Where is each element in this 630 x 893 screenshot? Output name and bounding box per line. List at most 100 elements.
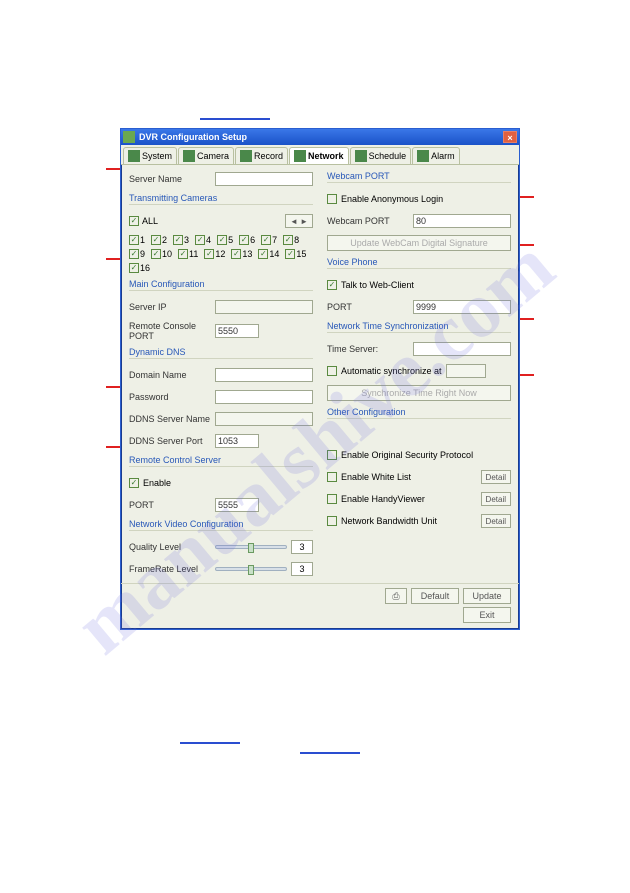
quality-slider[interactable] — [215, 545, 287, 549]
server-name-label: Server Name — [129, 174, 211, 184]
detail-button[interactable]: Detail — [481, 514, 511, 528]
camera-checkbox[interactable]: ✓ — [261, 235, 271, 245]
camera-grid: ✓1 ✓2 ✓3 ✓4 ✓5 ✓6 ✓7 ✓8 ✓9 ✓10 ✓11 ✓12 ✓… — [129, 235, 313, 273]
slider-thumb[interactable] — [248, 565, 254, 575]
time-server-input[interactable] — [413, 342, 511, 356]
camera-checkbox[interactable]: ✓ — [283, 235, 293, 245]
bandwidth-checkbox[interactable]: ✓ — [327, 516, 337, 526]
remote-console-label: Remote Console PORT — [129, 321, 211, 341]
tab-label: Network — [308, 151, 344, 161]
handyviewer-checkbox[interactable]: ✓ — [327, 494, 337, 504]
camera-checkbox[interactable]: ✓ — [129, 263, 139, 273]
server-name-input[interactable] — [215, 172, 313, 186]
webcam-port-input[interactable]: 80 — [413, 214, 511, 228]
decoration-line — [300, 752, 360, 754]
transmitting-cameras-title: Transmitting Cameras — [129, 193, 313, 205]
anon-login-checkbox[interactable]: ✓ — [327, 194, 337, 204]
window-title: DVR Configuration Setup — [139, 132, 503, 142]
close-icon[interactable]: × — [503, 131, 517, 143]
camera-checkbox[interactable]: ✓ — [231, 249, 241, 259]
all-label: ALL — [142, 216, 158, 226]
ddns-port-input[interactable]: 1053 — [215, 434, 259, 448]
server-ip-label: Server IP — [129, 302, 211, 312]
tab-network[interactable]: Network — [289, 147, 349, 164]
framerate-slider[interactable] — [215, 567, 287, 571]
auto-sync-label: Automatic synchronize at — [341, 366, 442, 376]
camera-checkbox[interactable]: ✓ — [178, 249, 188, 259]
camera-checkbox[interactable]: ✓ — [151, 235, 161, 245]
detail-button[interactable]: Detail — [481, 492, 511, 506]
rc-port-input[interactable]: 5555 — [215, 498, 259, 512]
remote-console-input[interactable]: 5550 — [215, 324, 259, 338]
detail-button[interactable]: Detail — [481, 470, 511, 484]
auto-sync-checkbox[interactable]: ✓ — [327, 366, 337, 376]
voice-port-input[interactable]: 9999 — [413, 300, 511, 314]
update-button[interactable]: Update — [463, 588, 511, 604]
titlebar[interactable]: DVR Configuration Setup × — [121, 129, 519, 145]
other-config-title: Other Configuration — [327, 407, 511, 419]
tab-label: Record — [254, 151, 283, 161]
print-icon[interactable]: ⎙ — [385, 588, 407, 604]
camera-checkbox[interactable]: ✓ — [173, 235, 183, 245]
talk-checkbox[interactable]: ✓ — [327, 280, 337, 290]
camera-checkbox[interactable]: ✓ — [195, 235, 205, 245]
schedule-icon — [355, 150, 367, 162]
domain-label: Domain Name — [129, 370, 211, 380]
quality-label: Quality Level — [129, 542, 211, 552]
sync-now-button[interactable]: Synchronize Time Right Now — [327, 385, 511, 401]
tab-label: System — [142, 151, 172, 161]
alarm-icon — [417, 150, 429, 162]
anon-login-label: Enable Anonymous Login — [341, 194, 443, 204]
webcam-port-label: Webcam PORT — [327, 216, 409, 226]
decoration-line — [200, 118, 270, 120]
tab-system[interactable]: System — [123, 147, 177, 164]
right-column: Webcam PORT ✓ Enable Anonymous Login Webc… — [327, 171, 511, 577]
ddns-server-input[interactable] — [215, 412, 313, 426]
tab-alarm[interactable]: Alarm — [412, 147, 460, 164]
camera-checkbox[interactable]: ✓ — [285, 249, 295, 259]
tab-label: Camera — [197, 151, 229, 161]
password-label: Password — [129, 392, 211, 402]
framerate-label: FrameRate Level — [129, 564, 211, 574]
camera-checkbox[interactable]: ✓ — [151, 249, 161, 259]
camera-checkbox[interactable]: ✓ — [239, 235, 249, 245]
password-input[interactable] — [215, 390, 313, 404]
camera-checkbox[interactable]: ✓ — [129, 235, 139, 245]
server-ip-input[interactable] — [215, 300, 313, 314]
left-column: Server Name Transmitting Cameras ✓ ALL ◄… — [129, 171, 313, 577]
footer: ⎙ Default Update Exit — [121, 583, 519, 629]
ddns-server-label: DDNS Server Name — [129, 414, 211, 424]
camera-nav-button[interactable]: ◄ ► — [285, 214, 313, 228]
camera-checkbox[interactable]: ✓ — [129, 249, 139, 259]
default-button[interactable]: Default — [411, 588, 459, 604]
slider-thumb[interactable] — [248, 543, 254, 553]
sync-time-field[interactable] — [446, 364, 486, 378]
all-checkbox[interactable]: ✓ — [129, 216, 139, 226]
camera-checkbox[interactable]: ✓ — [258, 249, 268, 259]
red-marker — [518, 196, 534, 198]
main-config-title: Main Configuration — [129, 279, 313, 291]
camera-checkbox[interactable]: ✓ — [217, 235, 227, 245]
tab-schedule[interactable]: Schedule — [350, 147, 412, 164]
exit-button[interactable]: Exit — [463, 607, 511, 623]
rc-port-label: PORT — [129, 500, 211, 510]
red-marker — [518, 318, 534, 320]
record-icon — [240, 150, 252, 162]
handyviewer-label: Enable HandyViewer — [341, 494, 477, 504]
system-icon — [128, 150, 140, 162]
orig-sec-checkbox[interactable]: ✓ — [327, 450, 337, 460]
update-signature-button[interactable]: Update WebCam Digital Signature — [327, 235, 511, 251]
bandwidth-label: Network Bandwidth Unit — [341, 516, 477, 526]
tab-label: Schedule — [369, 151, 407, 161]
enable-rc-checkbox[interactable]: ✓ — [129, 478, 139, 488]
white-list-checkbox[interactable]: ✓ — [327, 472, 337, 482]
nvc-title: Network Video Configuration — [129, 519, 313, 531]
tab-record[interactable]: Record — [235, 147, 288, 164]
domain-input[interactable] — [215, 368, 313, 382]
voice-phone-title: Voice Phone — [327, 257, 511, 269]
camera-checkbox[interactable]: ✓ — [204, 249, 214, 259]
tab-camera[interactable]: Camera — [178, 147, 234, 164]
webcam-port-title: Webcam PORT — [327, 171, 511, 183]
tab-label: Alarm — [431, 151, 455, 161]
config-window: DVR Configuration Setup × System Camera … — [120, 128, 520, 630]
